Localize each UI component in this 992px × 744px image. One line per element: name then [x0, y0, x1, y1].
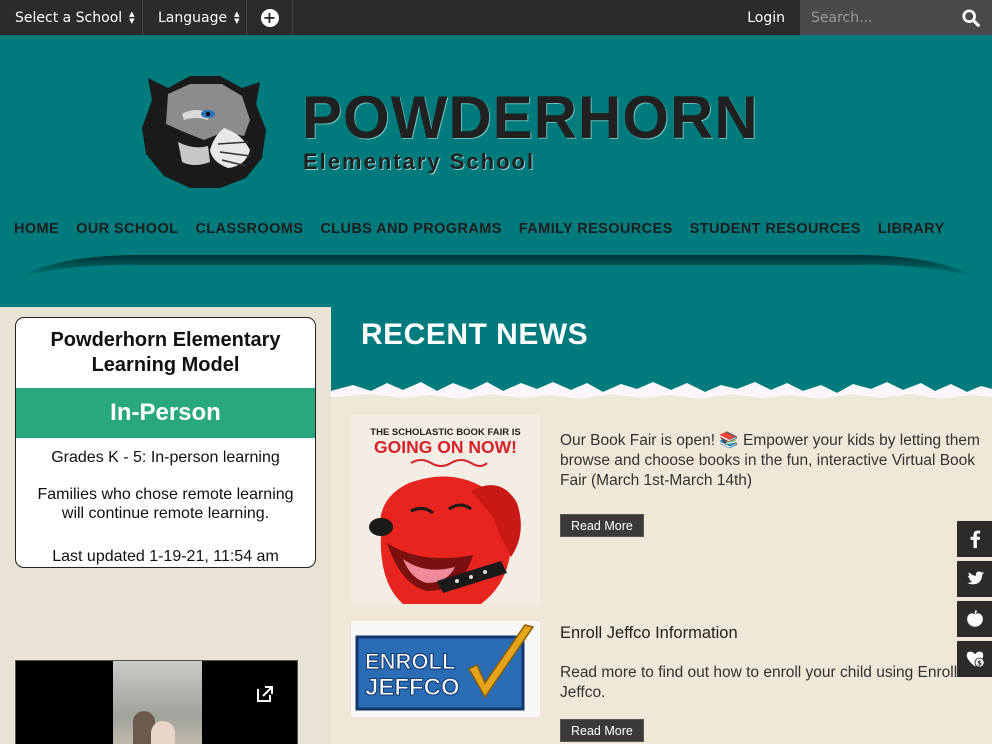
svg-text:$: $ — [977, 658, 982, 667]
book-fair-image-caption-main: GOING ON NOW! — [374, 437, 517, 457]
recent-news-section: RECENT NEWS THE SCHOLASTIC BOOK FAIR IS … — [331, 307, 992, 744]
social-sidebar: $ — [957, 521, 992, 681]
learning-model-card: Powderhorn Elementary Learning Model In-… — [15, 317, 316, 568]
enroll-jeffco-summary: Read more to find out how to enroll your… — [560, 664, 958, 701]
nav-clubs-and-programs[interactable]: CLUBS AND PROGRAMS — [320, 221, 501, 237]
learning-model-grades: Grades K - 5: In-person learning — [51, 449, 280, 466]
login-link[interactable]: Login — [747, 0, 785, 35]
nav-classrooms[interactable]: CLASSROOMS — [195, 221, 303, 237]
peachjar-button[interactable] — [957, 601, 992, 637]
news-heading: RECENT NEWS — [361, 318, 589, 351]
select-arrows-icon: ▲ ▼ — [129, 9, 135, 25]
nav-home[interactable]: HOME — [14, 221, 59, 237]
video-person-figure — [151, 721, 175, 744]
jeffco-image-word: JEFFCO — [365, 674, 460, 701]
select-school-dropdown[interactable]: Select a School ▲ ▼ — [0, 0, 143, 35]
open-external-icon[interactable] — [255, 684, 275, 704]
search-box — [800, 0, 992, 35]
panther-mascot-logo[interactable] — [138, 70, 270, 190]
main-navigation: HOME OUR SCHOOL CLASSROOMS CLUBS AND PRO… — [14, 221, 962, 237]
torn-paper-edge — [331, 367, 992, 399]
school-subtitle: Elementary School — [303, 149, 536, 174]
read-more-button[interactable]: Read More — [560, 514, 644, 537]
video-thumbnail — [113, 661, 202, 744]
nav-family-resources[interactable]: FAMILY RESOURCES — [519, 221, 673, 237]
enroll-image-word: ENROLL — [365, 649, 455, 674]
video-embed[interactable] — [15, 660, 298, 744]
site-header: POWDERHORN Elementary School HOME OUR SC… — [0, 35, 992, 307]
utility-bar: Select a School ▲ ▼ Language ▲ ▼ + Login — [0, 0, 992, 35]
learning-model-title: Powderhorn Elementary Learning Model — [50, 329, 281, 376]
facebook-icon — [970, 530, 980, 549]
language-dropdown[interactable]: Language ▲ ▼ — [143, 0, 247, 35]
nav-shadow-divider — [20, 255, 975, 277]
nav-our-school[interactable]: OUR SCHOOL — [76, 221, 178, 237]
donate-icon: $ — [966, 651, 985, 668]
peachjar-icon — [966, 609, 983, 627]
learning-model-updated: Last updated 1-19-21, 11:54 am — [52, 548, 279, 565]
school-title[interactable]: POWDERHORN — [302, 83, 759, 152]
plus-button[interactable]: + — [247, 0, 293, 35]
read-more-button[interactable]: Read More — [560, 719, 644, 742]
nav-library[interactable]: LIBRARY — [878, 221, 945, 237]
language-label: Language — [158, 9, 228, 26]
left-sidebar: Powderhorn Elementary Learning Model In-… — [0, 307, 331, 744]
select-school-label: Select a School — [15, 9, 123, 26]
language-arrows-icon: ▲ ▼ — [234, 9, 240, 25]
facebook-button[interactable] — [957, 521, 992, 557]
search-input[interactable] — [800, 9, 950, 26]
search-icon[interactable] — [962, 9, 980, 27]
twitter-button[interactable] — [957, 561, 992, 597]
enroll-jeffco-title[interactable]: Enroll Jeffco Information — [560, 623, 985, 643]
learning-model-status-banner: In-Person — [16, 388, 315, 438]
book-fair-image[interactable]: THE SCHOLASTIC BOOK FAIR IS GOING ON NOW… — [351, 415, 540, 604]
learning-model-remote-note: Families who chose remote learning will … — [37, 486, 294, 522]
nav-student-resources[interactable]: STUDENT RESOURCES — [690, 221, 861, 237]
enroll-jeffco-image[interactable]: ENROLL JEFFCO — [351, 621, 540, 717]
donate-button[interactable]: $ — [957, 641, 992, 677]
plus-circle-icon: + — [260, 8, 279, 27]
book-fair-summary: Our Book Fair is open! 📚 Empower your ki… — [560, 432, 980, 489]
twitter-icon — [966, 571, 984, 585]
